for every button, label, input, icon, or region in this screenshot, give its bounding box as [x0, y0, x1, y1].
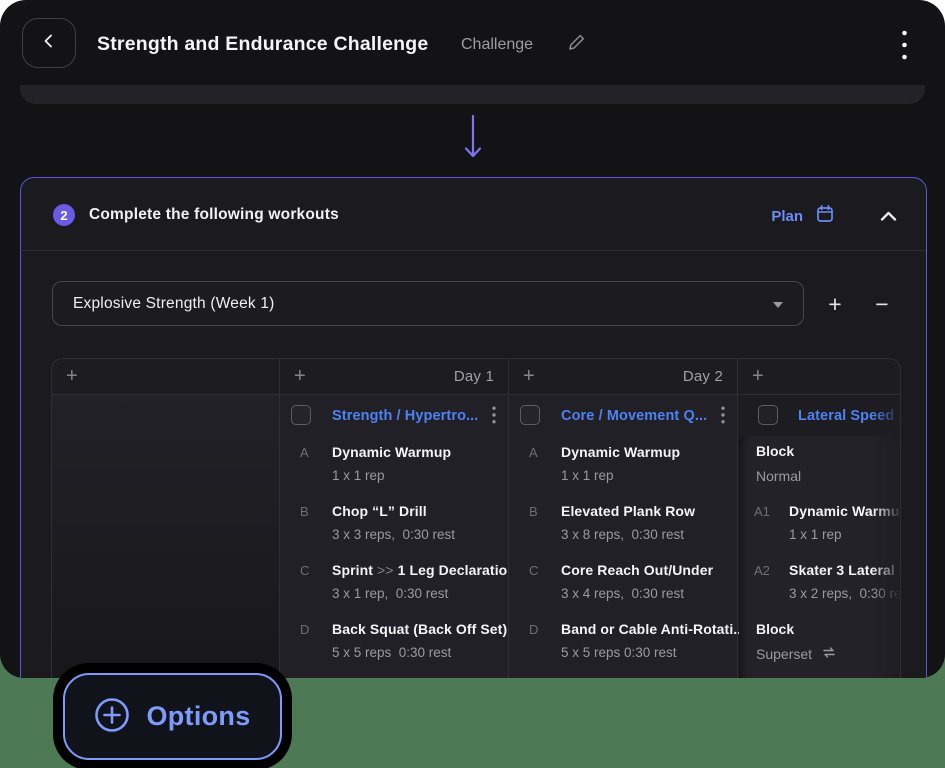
workout-title-day2[interactable]: Core / Movement Q...	[561, 408, 707, 424]
exercise-row[interactable]: C Sprint >> 1 Leg Declarations 3 x 1 rep…	[280, 562, 508, 610]
exercise-row[interactable]: A Dynamic Warmup 1 x 1 rep	[509, 444, 737, 492]
add-cell-button[interactable]: +	[66, 365, 78, 388]
superset-repeat-icon	[821, 646, 837, 662]
options-button[interactable]: Options	[63, 673, 282, 760]
screenshot-frame: Strength and Endurance Challenge Challen…	[0, 0, 945, 768]
step-card-header: 2 Complete the following workouts Plan	[21, 178, 926, 250]
workout-checkbox[interactable]	[291, 405, 311, 425]
plan-button[interactable]: Plan	[771, 204, 834, 228]
board-right-fade	[872, 395, 900, 678]
workout-card-day1: Strength / Hypertro... A Dynamic Warmup …	[280, 395, 508, 678]
add-workout-day2-button[interactable]: +	[523, 365, 535, 388]
block-label: Block	[756, 621, 794, 637]
previous-step-card-edge	[20, 85, 925, 104]
week-select-dropdown[interactable]: Explosive Strength (Week 1)	[52, 281, 804, 326]
workout-planner-board: + + Day 1 Strength / Hypertro...	[51, 358, 901, 678]
collapse-chevron-up-icon[interactable]	[880, 209, 897, 227]
planner-column-day2: + Day 2 Core / Movement Q... A Dynamic W…	[508, 359, 737, 678]
chevron-left-icon	[42, 33, 56, 54]
step-card: 2 Complete the following workouts Plan	[20, 177, 927, 678]
step-title: Complete the following workouts	[89, 206, 339, 224]
week-select-value: Explosive Strength (Week 1)	[73, 295, 275, 313]
superset-link-separator: >>	[377, 562, 394, 578]
block-type: Superset	[756, 646, 837, 662]
step-number-badge: 2	[53, 204, 75, 226]
add-workout-day3-button[interactable]: +	[752, 365, 764, 388]
block-type: Normal	[756, 468, 801, 484]
edit-pencil-icon[interactable]	[567, 33, 586, 57]
workout-checkbox[interactable]	[520, 405, 540, 425]
exercise-row[interactable]: C Core Reach Out/Under 3 x 4 reps, 0:30 …	[509, 562, 737, 610]
remove-week-button[interactable]: −	[867, 289, 897, 319]
block-label: Block	[756, 443, 794, 459]
planner-column-empty: +	[52, 359, 279, 678]
workout-kebab-icon[interactable]	[492, 406, 496, 429]
arrow-down-icon	[462, 114, 484, 167]
dropdown-caret-icon	[773, 302, 783, 308]
add-workout-day1-button[interactable]: +	[294, 365, 306, 388]
plus-circle-icon	[94, 697, 130, 736]
planner-column-day1: + Day 1 Strength / Hypertro... A Dynamic…	[279, 359, 508, 678]
app-window: Strength and Endurance Challenge Challen…	[0, 0, 945, 678]
day2-header-label: Day 2	[683, 368, 723, 385]
back-button[interactable]	[22, 18, 76, 68]
menu-kebab-icon[interactable]	[894, 26, 914, 64]
exercise-row[interactable]: B Elevated Plank Row 3 x 8 reps, 0:30 re…	[509, 503, 737, 551]
exercise-row[interactable]: D Band or Cable Anti-Rotati... 5 x 5 rep…	[509, 621, 737, 669]
add-week-button[interactable]: +	[820, 289, 850, 319]
workout-card-day2: Core / Movement Q... A Dynamic Warmup 1 …	[509, 395, 737, 678]
day1-header-label: Day 1	[454, 368, 494, 385]
options-button-label: Options	[146, 701, 250, 732]
plan-label: Plan	[771, 208, 803, 225]
exercise-row[interactable]: B Chop “L” Drill 3 x 3 reps, 0:30 rest	[280, 503, 508, 551]
calendar-icon	[816, 204, 834, 228]
workout-kebab-icon[interactable]	[721, 406, 725, 429]
board-header-divider	[52, 394, 900, 395]
exercise-row[interactable]: A Dynamic Warmup 1 x 1 rep	[280, 444, 508, 492]
workout-checkbox[interactable]	[758, 405, 778, 425]
workout-title-day1[interactable]: Strength / Hypertro...	[332, 408, 478, 424]
card-header-divider	[21, 250, 926, 251]
page-title: Strength and Endurance Challenge	[97, 33, 428, 56]
empty-cell	[52, 395, 279, 678]
exercise-row[interactable]: D Back Squat (Back Off Set) 5 x 5 reps 0…	[280, 621, 508, 669]
challenge-type-label: Challenge	[461, 36, 533, 54]
